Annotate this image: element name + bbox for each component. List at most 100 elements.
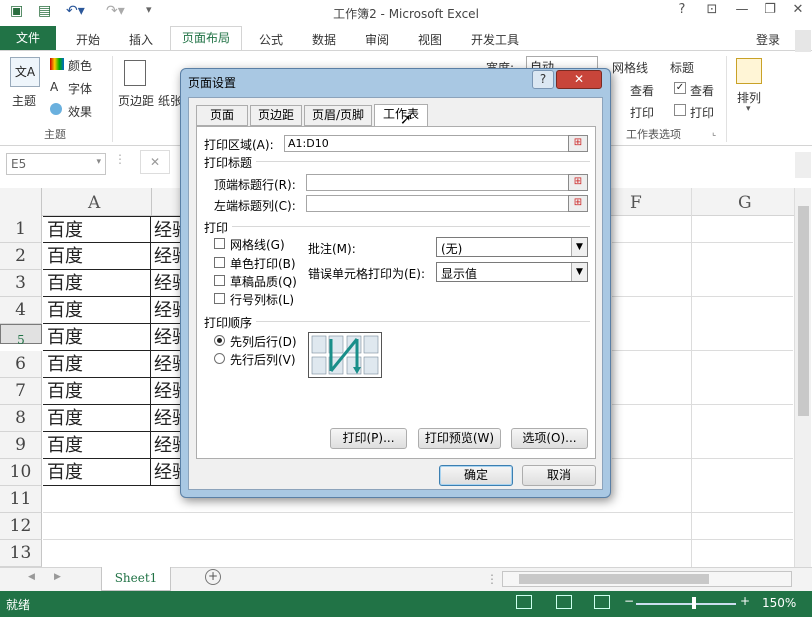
- down-then-over-radio[interactable]: [214, 335, 225, 346]
- vertical-scrollbar[interactable]: [794, 188, 811, 567]
- cell-a[interactable]: 百度: [43, 297, 151, 324]
- row-header[interactable]: 13: [0, 540, 42, 567]
- cell-a[interactable]: 百度: [43, 432, 151, 459]
- tab-page[interactable]: 页面: [196, 105, 248, 126]
- print-preview-button[interactable]: 打印预览(W): [418, 428, 501, 449]
- select-all-button[interactable]: [0, 188, 42, 216]
- page-break-view-icon[interactable]: [594, 595, 610, 609]
- tab-data[interactable]: 数据: [312, 31, 336, 48]
- print-area-ref-button[interactable]: ⊞: [568, 135, 588, 152]
- help-icon[interactable]: ?: [670, 2, 694, 17]
- print-button[interactable]: 打印(P)...: [330, 428, 407, 449]
- themes-button[interactable]: 主题: [12, 92, 36, 109]
- cancel-formula-icon[interactable]: ✕: [140, 150, 170, 174]
- margins-button[interactable]: 页边距: [118, 92, 154, 109]
- row-header[interactable]: 5: [0, 324, 42, 347]
- row-header[interactable]: 10: [0, 459, 42, 486]
- normal-view-icon[interactable]: [516, 595, 532, 609]
- ribbon-display-icon[interactable]: ⊡: [700, 2, 724, 17]
- colors-button[interactable]: 颜色: [68, 57, 92, 74]
- cell-a[interactable]: 百度: [43, 459, 151, 486]
- scroll-left-icon[interactable]: ◀: [28, 572, 35, 582]
- tab-developer[interactable]: 开发工具: [471, 31, 519, 48]
- gridlines-checkbox[interactable]: [214, 238, 225, 249]
- login-link[interactable]: 登录: [756, 31, 780, 48]
- mono-print-checkbox[interactable]: [214, 257, 225, 268]
- effects-button[interactable]: 效果: [68, 103, 92, 120]
- gridlines-print-label[interactable]: 打印: [630, 104, 654, 121]
- options-button[interactable]: 选项(O)...: [511, 428, 588, 449]
- rows-repeat-input[interactable]: [306, 174, 570, 191]
- print-area-input[interactable]: A1:D10: [284, 135, 570, 152]
- gridlines-label[interactable]: 网格线(G): [230, 236, 285, 253]
- tab-formulas[interactable]: 公式: [259, 31, 283, 48]
- cell-a[interactable]: 百度: [43, 324, 151, 351]
- cell-a[interactable]: 百度: [43, 243, 151, 270]
- cancel-button[interactable]: 取消: [522, 465, 596, 486]
- scroll-up-button[interactable]: [795, 30, 811, 52]
- rows-repeat-ref-button[interactable]: ⊞: [568, 174, 588, 191]
- row-header[interactable]: 4: [0, 297, 42, 324]
- minimize-icon[interactable]: —: [730, 2, 754, 17]
- cols-repeat-ref-button[interactable]: ⊞: [568, 195, 588, 212]
- tab-insert[interactable]: 插入: [129, 31, 153, 48]
- row-header[interactable]: 11: [0, 486, 42, 513]
- mono-print-label[interactable]: 单色打印(B): [230, 255, 296, 272]
- sheet-tab-sheet1[interactable]: Sheet1: [101, 567, 171, 591]
- tab-view[interactable]: 视图: [418, 31, 442, 48]
- ok-button[interactable]: 确定: [439, 465, 513, 486]
- errors-select[interactable]: 显示值 ▼: [436, 262, 588, 282]
- cell-a[interactable]: 百度: [43, 351, 151, 378]
- tab-home[interactable]: 开始: [76, 31, 100, 48]
- cell-a[interactable]: 百度: [43, 378, 151, 405]
- row-header[interactable]: 9: [0, 432, 42, 459]
- tab-page-layout[interactable]: 页面布局: [170, 26, 242, 51]
- tab-margins[interactable]: 页边距: [250, 105, 302, 126]
- column-header-g[interactable]: G: [738, 193, 752, 213]
- scroll-thumb[interactable]: [798, 206, 809, 416]
- zoom-in-icon[interactable]: +: [740, 594, 750, 608]
- page-layout-view-icon[interactable]: [556, 595, 572, 609]
- zoom-out-icon[interactable]: −: [624, 594, 634, 608]
- down-then-over-label[interactable]: 先列后行(D): [230, 333, 297, 350]
- scroll-thumb[interactable]: [519, 574, 709, 584]
- tab-file[interactable]: 文件: [0, 26, 56, 50]
- column-header-a[interactable]: A: [88, 193, 100, 213]
- headings-print-checkbox[interactable]: [674, 104, 686, 116]
- cell-a[interactable]: 百度: [43, 405, 151, 432]
- comments-select[interactable]: (无) ▼: [436, 237, 588, 257]
- draft-quality-label[interactable]: 草稿品质(Q): [230, 273, 297, 290]
- row-col-headings-label[interactable]: 行号列标(L): [230, 291, 294, 308]
- name-box[interactable]: E5 ▾: [6, 153, 106, 175]
- row-header[interactable]: 1: [0, 216, 42, 243]
- row-header[interactable]: 3: [0, 270, 42, 297]
- row-header[interactable]: 7: [0, 378, 42, 405]
- zoom-slider-thumb[interactable]: [692, 597, 696, 609]
- headings-view-checkbox[interactable]: ✓: [674, 82, 686, 94]
- dialog-close-button[interactable]: ✕: [556, 70, 602, 89]
- restore-icon[interactable]: ❐: [758, 2, 782, 17]
- add-sheet-icon[interactable]: +: [205, 569, 221, 585]
- fonts-button[interactable]: 字体: [68, 80, 92, 97]
- horizontal-scrollbar[interactable]: [502, 571, 792, 587]
- tab-header-footer[interactable]: 页眉/页脚: [304, 105, 372, 126]
- close-icon[interactable]: ✕: [786, 2, 810, 17]
- column-header-f[interactable]: F: [630, 193, 642, 213]
- expand-formula-button[interactable]: [795, 152, 811, 178]
- dialog-launcher-icon[interactable]: ⌞: [712, 128, 716, 138]
- cell-a[interactable]: 百度: [43, 216, 151, 243]
- headings-view-label[interactable]: 查看: [690, 82, 714, 99]
- over-then-down-radio[interactable]: [214, 353, 225, 364]
- row-header[interactable]: 2: [0, 243, 42, 270]
- row-col-headings-checkbox[interactable]: [214, 293, 225, 304]
- row-header[interactable]: 6: [0, 351, 42, 378]
- cols-repeat-input[interactable]: [306, 195, 570, 212]
- themes-icon[interactable]: 文A: [10, 57, 40, 87]
- cell-a[interactable]: 百度: [43, 270, 151, 297]
- gridlines-view-label[interactable]: 查看: [630, 82, 654, 99]
- orientation-button[interactable]: 纸张: [158, 92, 182, 109]
- tab-review[interactable]: 审阅: [365, 31, 389, 48]
- draft-quality-checkbox[interactable]: [214, 275, 225, 286]
- dialog-help-button[interactable]: ?: [532, 70, 554, 89]
- over-then-down-label[interactable]: 先行后列(V): [230, 351, 296, 368]
